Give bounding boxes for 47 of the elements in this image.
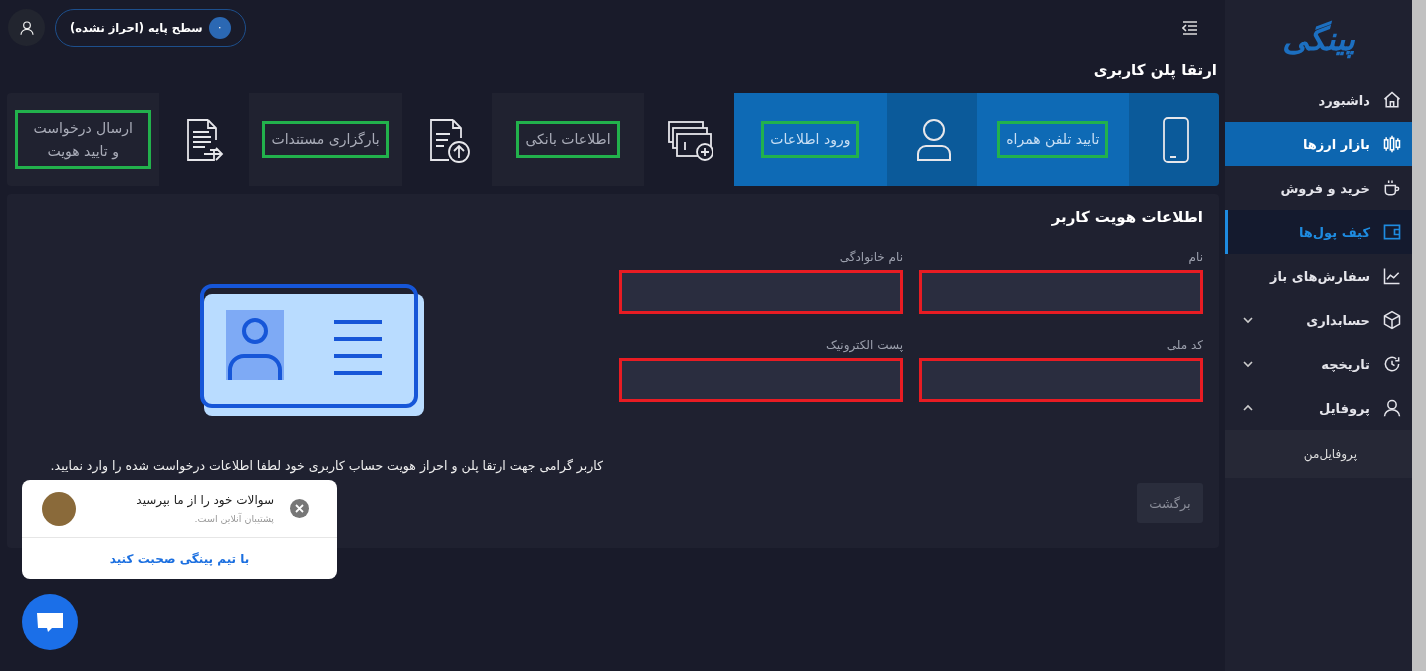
sidebar-item[interactable]: بازار ارزها xyxy=(1225,122,1412,166)
chat-button[interactable] xyxy=(22,594,78,650)
close-icon[interactable] xyxy=(290,499,309,518)
step-label: ارسال درخواست و تایید هویت xyxy=(15,110,152,169)
line-chart-icon xyxy=(1382,266,1402,286)
chat-status: پشتیبان آنلاین است. xyxy=(193,513,274,524)
level-number: ۰ xyxy=(208,16,231,39)
scrollbar[interactable] xyxy=(1412,0,1426,671)
step-label: بارگزاری مستندات xyxy=(262,121,389,158)
chat-link[interactable]: با تیم پینگی صحبت کنید xyxy=(22,537,337,579)
instruction-text: کاربر گرامی جهت ارتقا پلن و احراز هویت حساب کاربری خود لطفا اطلاعات درخواست شده را وارد نمایید. xyxy=(50,458,603,473)
avatar xyxy=(42,491,76,526)
clock-icon xyxy=(1382,354,1402,374)
chat-bubble-icon xyxy=(36,610,64,634)
sidebar-item[interactable]: خرید و فروش xyxy=(1225,166,1412,210)
sidebar-item[interactable]: حسابداری xyxy=(1225,298,1412,342)
cup-icon xyxy=(1382,178,1402,198)
field-label: کد ملی xyxy=(1165,338,1203,352)
field-label: نام xyxy=(1187,250,1203,264)
field-label: پست الکترونیک xyxy=(825,338,903,352)
section-title: اطلاعات هویت کاربر xyxy=(1050,208,1203,226)
input-field[interactable] xyxy=(619,270,903,314)
page-title: ارتقا پلن کاربری xyxy=(1092,60,1218,82)
sidebar-item[interactable]: پروفایل xyxy=(1225,386,1412,430)
step-label: تایید تلفن همراه xyxy=(997,121,1109,158)
sidebar-item[interactable]: سفارش‌های باز xyxy=(1225,254,1412,298)
wallet-icon xyxy=(1382,222,1402,242)
home-icon xyxy=(1382,90,1402,110)
menu-icon[interactable] xyxy=(1182,20,1198,35)
chat-title: سوالات خود را از ما بپرسید xyxy=(135,493,274,507)
sidebar-subitem[interactable]: پروفایل‌من xyxy=(1225,430,1412,478)
input-field[interactable] xyxy=(619,358,903,402)
candlestick-icon xyxy=(1382,134,1402,154)
user-icon xyxy=(18,19,35,36)
level-label: سطح پایه (احراز نشده) xyxy=(70,20,203,35)
sidebar-item[interactable]: کیف پول‌ها xyxy=(1225,210,1412,254)
sidebar-item[interactable]: داشبورد xyxy=(1225,78,1412,122)
user-icon xyxy=(1382,398,1402,418)
user-avatar-button[interactable] xyxy=(8,9,45,46)
field-label: نام خانوادگی xyxy=(838,250,903,264)
input-field[interactable] xyxy=(919,270,1203,314)
step-label: اطلاعات بانکی xyxy=(516,121,620,158)
step-label: ورود اطلاعات xyxy=(761,121,860,158)
back-button[interactable]: برگشت xyxy=(1137,483,1203,523)
cube-icon xyxy=(1382,310,1402,330)
sidebar-item[interactable]: تاریخچه xyxy=(1225,342,1412,386)
input-field[interactable] xyxy=(919,358,1203,402)
